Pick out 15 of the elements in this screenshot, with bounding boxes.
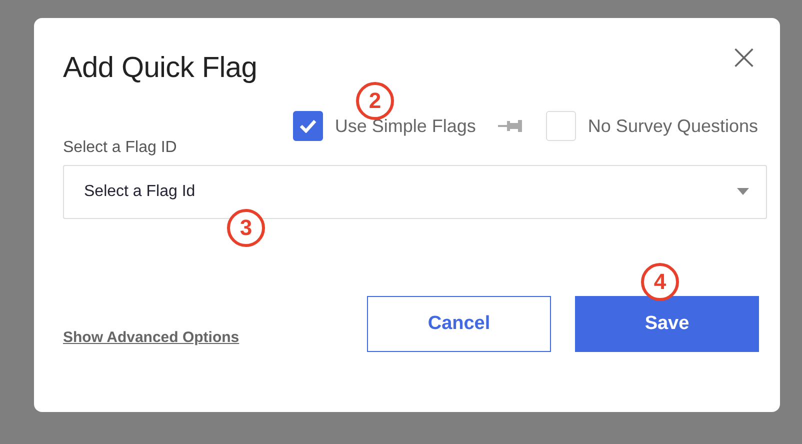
checkbox[interactable] (292, 111, 323, 141)
dialog-title: Add Quick Flag (63, 52, 258, 84)
step-number-badge: 2 (356, 82, 394, 120)
cancel-button[interactable]: Cancel (367, 296, 551, 352)
checkbox-label: No Survey Questions (588, 116, 758, 136)
caret-icon (737, 188, 749, 196)
close-button[interactable]: × (720, 41, 767, 75)
save-button[interactable]: Save (575, 296, 759, 352)
check-icon (298, 119, 317, 133)
pin-icon (498, 119, 524, 133)
step-number-badge: 3 (227, 209, 265, 247)
field-label: Select a Flag ID (63, 139, 177, 157)
advanced-options-link[interactable]: Show Advanced Options (63, 329, 240, 346)
flag-id-dropdown[interactable]: Select a Flag Id (63, 165, 767, 219)
step-number-badge: 4 (641, 263, 679, 301)
